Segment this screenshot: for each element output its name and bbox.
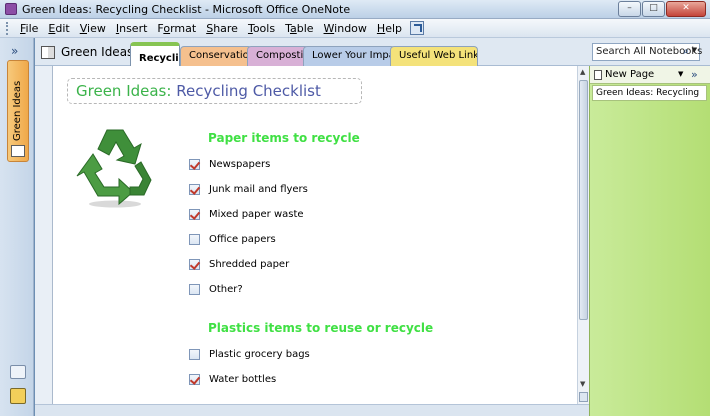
checklist-item[interactable]: Newspapers <box>189 159 270 170</box>
menu-table[interactable]: Table <box>280 22 318 35</box>
checklist-item[interactable]: Other? <box>189 284 243 295</box>
checklist-item[interactable]: Plastic grocery bags <box>189 349 310 360</box>
checkbox-checked[interactable] <box>189 374 200 385</box>
new-page-dropdown-icon[interactable]: ▼ <box>678 70 683 78</box>
minimize-button[interactable]: – <box>618 1 641 17</box>
close-button[interactable]: ✕ <box>666 1 706 17</box>
horizontal-scroll-area <box>35 404 589 416</box>
page-canvas[interactable]: Green Ideas: Recycling Checklist Paper i… <box>52 66 577 404</box>
menu-view[interactable]: View <box>75 22 111 35</box>
open-book-icon <box>41 45 55 59</box>
checklist-item-label: Other? <box>209 284 243 295</box>
notebook-tab-label: Green Ideas <box>12 80 23 141</box>
checklist-item-label: Water bottles <box>209 374 277 385</box>
page-tab-recycling[interactable]: Green Ideas: Recycling <box>592 85 707 101</box>
checkbox-unchecked[interactable] <box>189 349 200 360</box>
menu-insert[interactable]: Insert <box>111 22 153 35</box>
notebook-tab-green-ideas[interactable]: Green Ideas <box>7 60 29 162</box>
title-bar: Green Ideas: Recycling Checklist - Micro… <box>0 0 710 19</box>
toolbar-grip[interactable] <box>6 21 9 35</box>
scroll-down-icon[interactable]: ▼ <box>580 380 585 388</box>
checklist-item[interactable]: Water bottles <box>189 374 276 385</box>
menu-format[interactable]: Format <box>152 22 201 35</box>
notebook-icon <box>11 145 25 157</box>
notebook-name: Green Ideas <box>61 45 134 59</box>
menu-edit[interactable]: Edit <box>43 22 74 35</box>
checkbox-unchecked[interactable] <box>189 234 200 245</box>
scroll-up-icon[interactable]: ▲ <box>580 68 585 76</box>
checklist-item[interactable]: Mixed paper waste <box>189 209 304 220</box>
search-icon[interactable]: ⌕ <box>683 46 689 57</box>
tab-recycling[interactable]: Recycling <box>130 42 180 67</box>
onenote-app-icon[interactable] <box>5 3 17 15</box>
menu-bar: File Edit View Insert Format Share Tools… <box>0 19 710 38</box>
page-title[interactable]: Green Ideas: Recycling Checklist <box>67 78 362 104</box>
checklist-item-label: Shredded paper <box>209 259 290 270</box>
menu-window[interactable]: Window <box>319 22 372 35</box>
recycle-symbol-icon <box>76 129 152 208</box>
checkbox-checked[interactable] <box>189 209 200 220</box>
new-page-icon <box>594 69 602 80</box>
checklist-item-label: Mixed paper waste <box>209 209 304 220</box>
page-title-suffix: Recycling Checklist <box>176 82 321 100</box>
maximize-button[interactable]: □ <box>642 1 665 17</box>
checkbox-unchecked[interactable] <box>189 284 200 295</box>
checklist-item[interactable]: Office papers <box>189 234 276 245</box>
vertical-scrollbar[interactable]: ▲ ▼ <box>577 66 589 404</box>
menu-tools[interactable]: Tools <box>243 22 280 35</box>
tab-conservation[interactable]: Conservation <box>180 46 252 66</box>
section-heading-paper[interactable]: Paper items to recycle <box>208 131 360 145</box>
menu-help[interactable]: Help <box>372 22 407 35</box>
search-box[interactable]: Search All Notebooks ⌕ ▼ <box>592 43 702 61</box>
window-title: Green Ideas: Recycling Checklist - Micro… <box>22 3 351 16</box>
help-arrow-icon[interactable] <box>410 21 425 35</box>
tab-lower-your-impact[interactable]: Lower Your Impact <box>303 46 395 66</box>
expand-page-tabs-icon[interactable]: » <box>691 68 698 81</box>
tab-useful-web-links[interactable]: Useful Web Links <box>390 46 478 66</box>
checklist-item[interactable]: Shredded paper <box>189 259 289 270</box>
window-controls: – □ ✕ <box>618 1 706 17</box>
page-tabs-pane: New Page ▼ » Green Ideas: Recycling <box>589 66 710 416</box>
page-margin <box>35 66 52 404</box>
unfiled-notes-icon[interactable] <box>10 365 26 379</box>
checkbox-checked[interactable] <box>189 159 200 170</box>
tab-composting[interactable]: Composti... <box>247 46 309 66</box>
search-scope-dropdown-icon[interactable]: ▼ <box>692 46 697 54</box>
navigation-bar: » Green Ideas <box>0 38 34 416</box>
notebook-header: Green Ideas <box>41 45 133 59</box>
page-extension-icon[interactable] <box>579 392 588 402</box>
page-title-prefix: Green Ideas: <box>76 82 172 100</box>
checklist-item[interactable]: Junk mail and flyers <box>189 184 308 195</box>
checkbox-checked[interactable] <box>189 259 200 270</box>
checklist-item-label: Office papers <box>209 234 276 245</box>
scrollbar-thumb[interactable] <box>579 80 588 320</box>
notebook-list-icon[interactable] <box>10 388 26 404</box>
checkbox-checked[interactable] <box>189 184 200 195</box>
menu-file[interactable]: File <box>15 22 43 35</box>
expand-navigation-icon[interactable]: » <box>11 44 18 58</box>
checklist-item-label: Junk mail and flyers <box>209 184 308 195</box>
checklist-item-label: Newspapers <box>209 159 271 170</box>
menu-share[interactable]: Share <box>201 22 243 35</box>
checklist-item-label: Plastic grocery bags <box>209 349 310 360</box>
section-heading-plastics[interactable]: Plastics items to reuse or recycle <box>208 321 433 335</box>
section-tab-bar: Green Ideas Recycling Conservation Compo… <box>35 38 710 67</box>
new-page-label: New Page <box>605 69 655 80</box>
